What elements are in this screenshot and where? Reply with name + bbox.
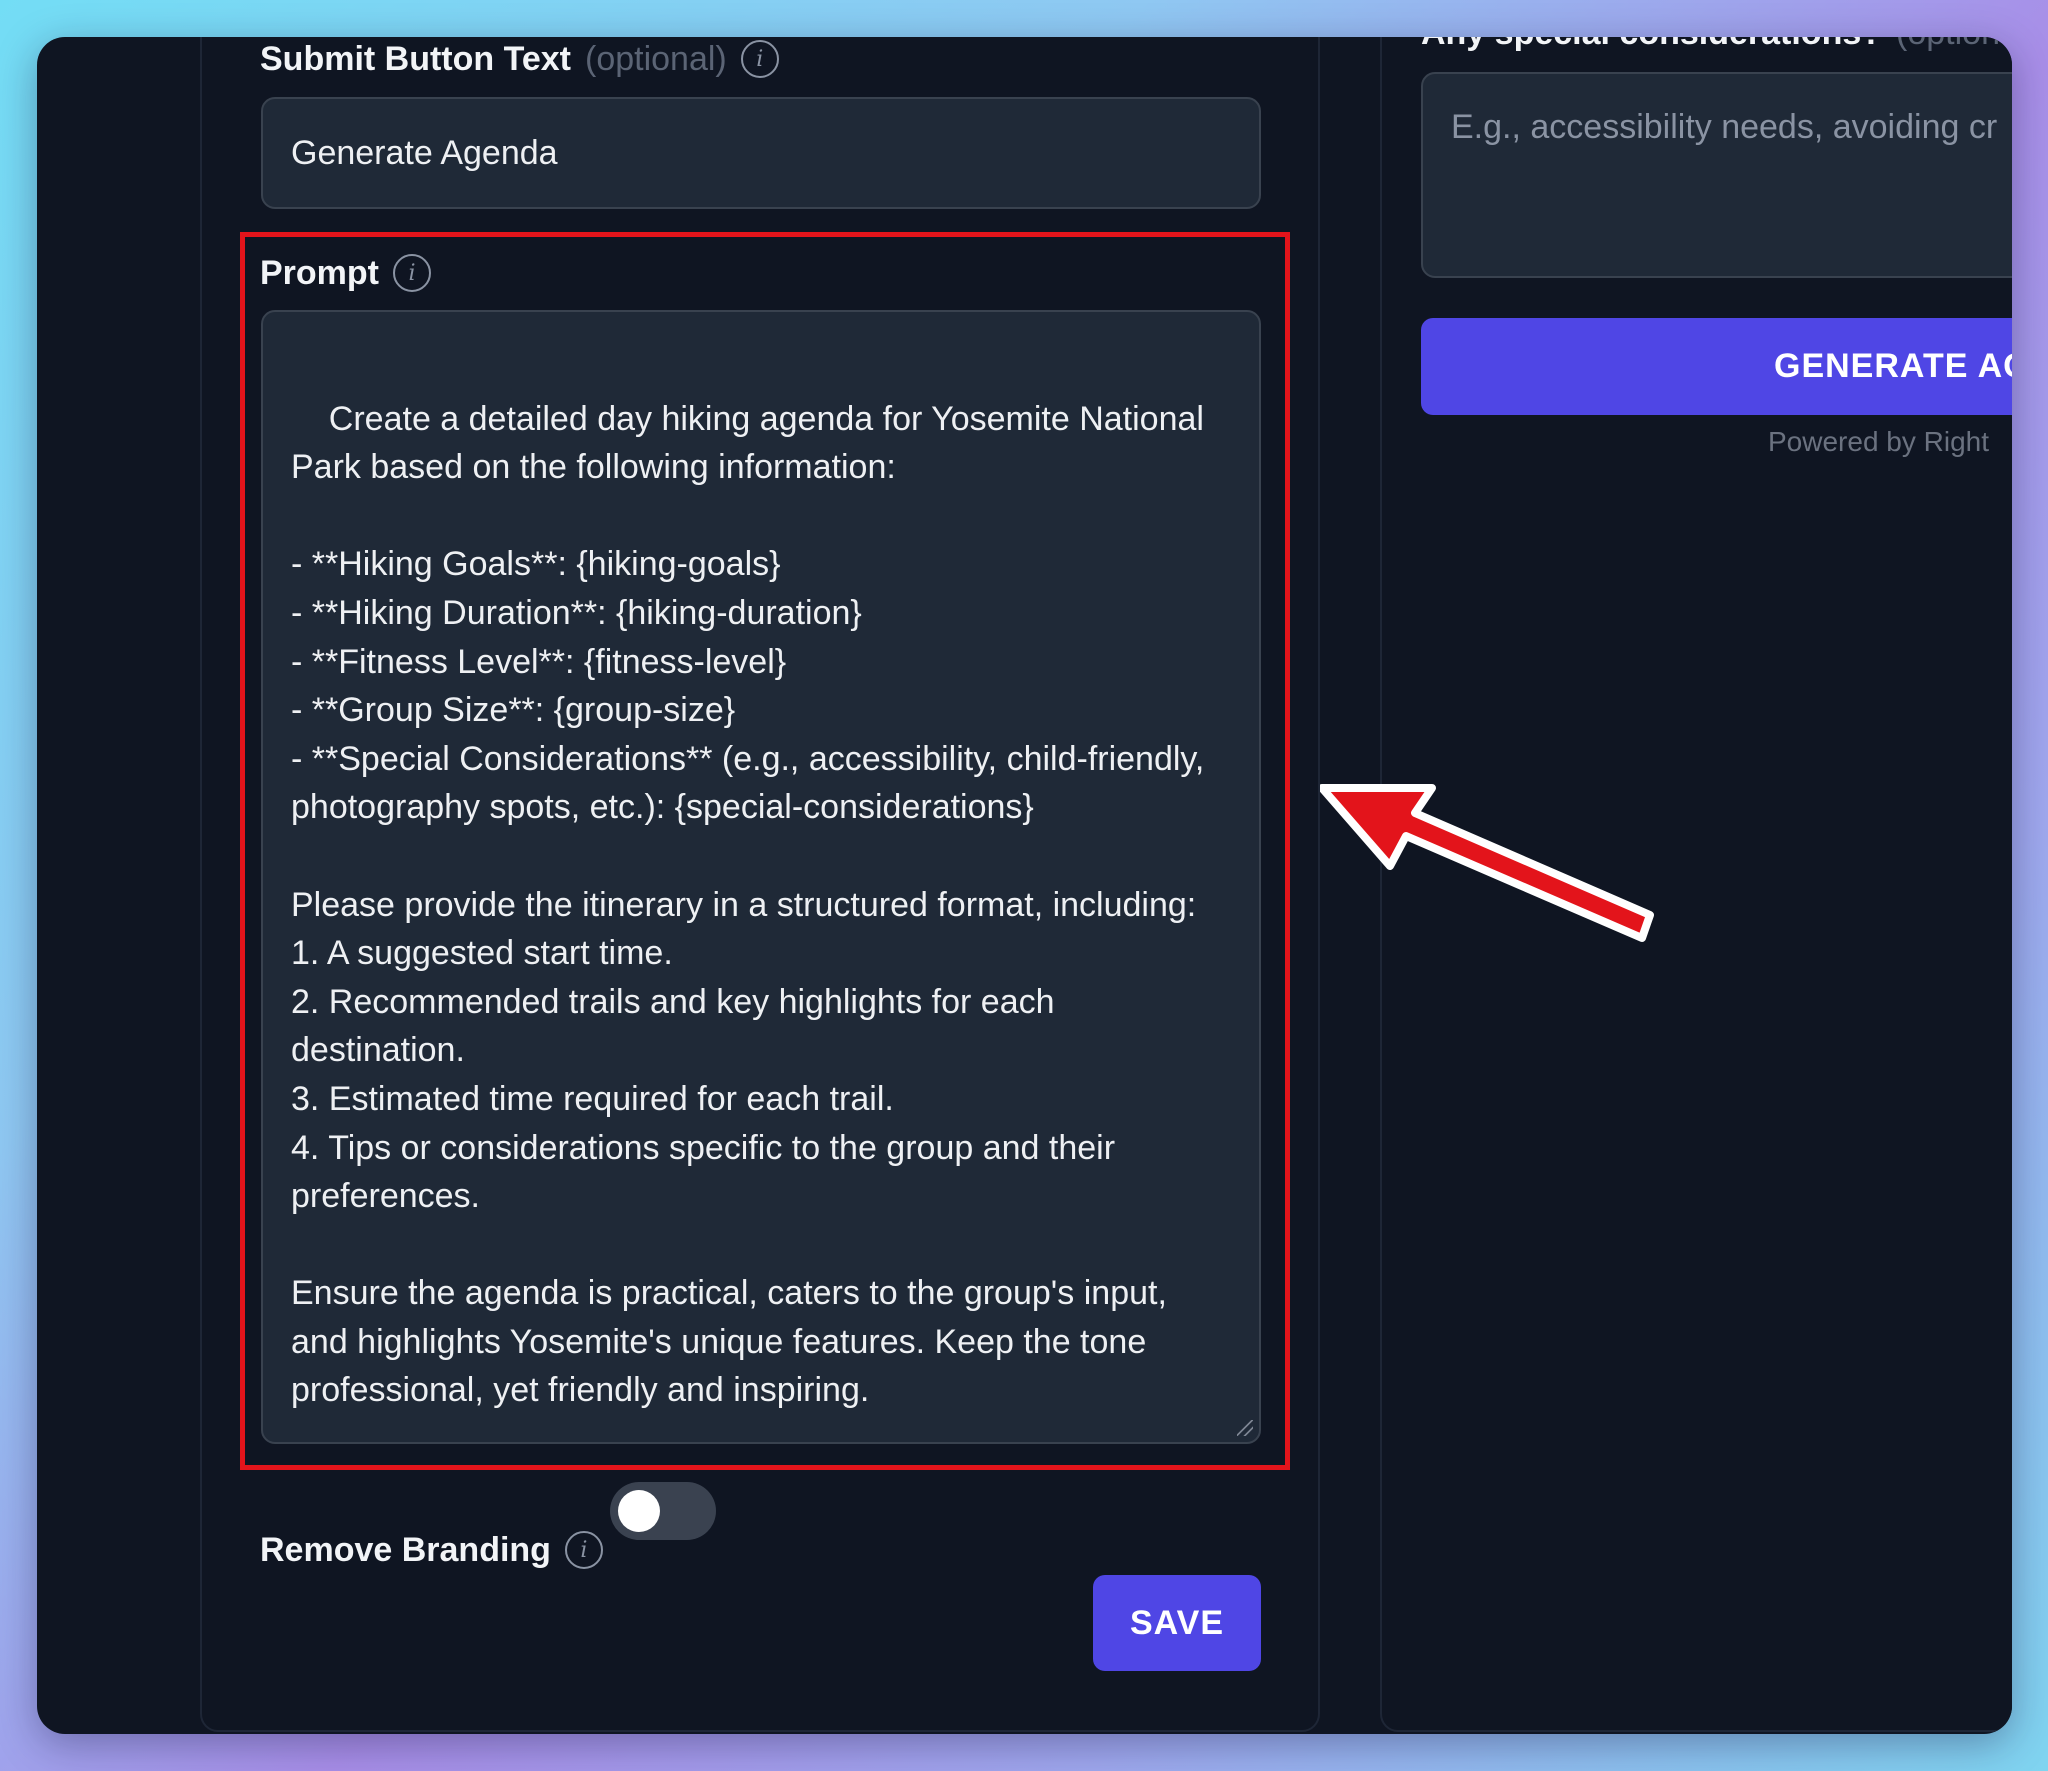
prompt-textarea[interactable]: Create a detailed day hiking agenda for … xyxy=(261,310,1261,1444)
special-considerations-label-text: Any special considerations? xyxy=(1421,37,1882,53)
powered-by-text: Powered by Right xyxy=(1768,426,1990,457)
special-considerations-placeholder: E.g., accessibility needs, avoiding cr xyxy=(1451,108,1998,146)
info-icon[interactable]: i xyxy=(740,40,779,78)
resize-handle-icon[interactable] xyxy=(1237,1420,1253,1436)
submit-button-text-value: Generate Agenda xyxy=(291,133,558,172)
generate-agenda-button[interactable]: GENERATE AG xyxy=(1421,318,2012,415)
remove-branding-label: Remove Branding i xyxy=(260,1528,603,1572)
submit-button-text-label-text: Submit Button Text xyxy=(260,39,571,78)
submit-button-text-input[interactable]: Generate Agenda xyxy=(261,97,1261,209)
submit-button-text-label: Submit Button Text (optional) i xyxy=(260,37,779,81)
remove-branding-label-text: Remove Branding xyxy=(260,1530,551,1569)
remove-branding-toggle[interactable] xyxy=(610,1482,716,1540)
special-considerations-label: Any special considerations? (optional) xyxy=(1421,37,2012,55)
info-icon[interactable]: i xyxy=(564,1531,603,1569)
optional-tag: (optional) xyxy=(585,39,727,78)
prompt-text: Create a detailed day hiking agenda for … xyxy=(291,399,1205,1410)
special-considerations-input[interactable]: E.g., accessibility needs, avoiding cr xyxy=(1421,72,2012,278)
app-window: Submit Button Text (optional) i Generate… xyxy=(37,37,2012,1734)
red-arrow-annotation-icon xyxy=(1320,784,1654,942)
save-button[interactable]: SAVE xyxy=(1093,1575,1261,1671)
prompt-label: Prompt i xyxy=(260,251,431,295)
toggle-knob xyxy=(618,1490,660,1532)
optional-tag: (optional) xyxy=(1896,37,2012,53)
prompt-label-text: Prompt xyxy=(260,253,379,292)
info-icon[interactable]: i xyxy=(393,254,431,292)
